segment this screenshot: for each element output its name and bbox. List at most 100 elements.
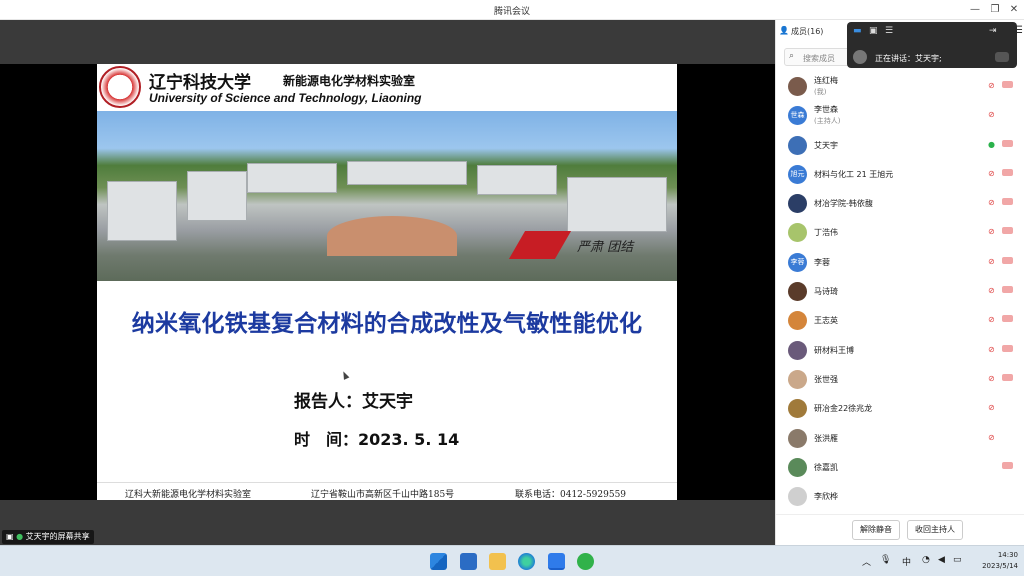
clock-time: 14:30 — [997, 551, 1018, 559]
clock-date: 2023/5/14 — [982, 562, 1018, 570]
member-avatar — [788, 77, 807, 96]
mic-muted-icon[interactable]: ⊘ — [988, 345, 995, 354]
member-name: 王志英 — [814, 316, 838, 326]
camera-off-icon[interactable] — [1002, 461, 1013, 469]
member-row[interactable]: 丁浩伟 ⊘ — [776, 218, 1024, 247]
layout-speaker-icon[interactable]: ▬ — [853, 26, 862, 36]
mic-muted-icon[interactable]: ⊘ — [988, 433, 995, 442]
presenter: 报告人：艾天宇 — [294, 392, 413, 412]
mic-muted-icon[interactable]: ⊘ — [988, 110, 995, 119]
mic-muted-icon[interactable]: ⊘ — [988, 286, 995, 295]
mic-muted-icon[interactable]: ⊘ — [988, 257, 995, 266]
footer-address: 辽宁省鞍山市高新区千山中路185号 — [311, 490, 455, 500]
volume-icon[interactable]: ◀ — [938, 555, 945, 565]
camera-off-icon[interactable] — [1002, 198, 1013, 206]
mic-muted-icon[interactable]: ⊘ — [988, 81, 995, 90]
camera-off-icon[interactable] — [1002, 81, 1013, 88]
camera-off-icon[interactable] — [1002, 139, 1013, 147]
battery-icon[interactable]: ▭ — [953, 555, 962, 565]
member-name: 连红梅 — [814, 76, 838, 85]
camera-off-icon[interactable] — [1002, 315, 1013, 323]
slide-footer: 辽科大新能源电化学材料实验室 辽宁省鞍山市高新区千山中路185号 联系电话：04… — [97, 482, 677, 500]
member-name: 李欣桦 — [814, 492, 838, 502]
member-avatar — [788, 340, 807, 360]
taskbar: ︿ 🎙 中 ◔ ◀ ▭ 14:30 2023/5/14 — [0, 545, 1024, 576]
camera-off-icon[interactable] — [1002, 344, 1013, 352]
member-avatar — [788, 457, 807, 477]
member-avatar: 世森 — [788, 106, 807, 126]
member-name: 李世森 — [814, 105, 838, 115]
footer-phone: 联系电话：0412-5929559 — [515, 490, 627, 500]
campus-photo: 严肃 团结 — [97, 111, 677, 281]
restore-icon[interactable]: ❐ — [988, 3, 1002, 17]
campus-logo-icon — [508, 231, 572, 259]
member-avatar — [788, 194, 807, 214]
member-row[interactable]: 材冶学院-韩依馥 ⊘ — [776, 189, 1024, 218]
screen-icon: ▣ — [6, 532, 14, 541]
edge-icon[interactable] — [518, 553, 535, 570]
member-row[interactable]: 旭元 材料与化工 21 王旭元 ⊘ — [776, 160, 1024, 189]
mic-muted-icon[interactable]: ⊘ — [988, 403, 995, 412]
start-icon[interactable] — [430, 553, 447, 570]
member-name: 丁浩伟 — [814, 228, 838, 238]
close-icon[interactable]: ✕ — [1007, 3, 1021, 17]
slide-title: 纳米氧化铁基复合材料的合成改性及气敏性能优化 — [131, 311, 643, 337]
file-explorer-icon[interactable] — [489, 553, 506, 570]
search-input[interactable]: ⌕ 搜索成员 — [784, 48, 854, 66]
collapse-icon[interactable]: ⇥ — [989, 26, 997, 36]
member-row[interactable]: 世森 李世森 (主持人) ⊘ — [776, 101, 1024, 130]
title-bar: 腾讯会议 — ❐ ✕ — [0, 0, 1024, 20]
layout-list-icon[interactable]: ☰ — [885, 26, 893, 36]
members-title: 成员(16) — [791, 27, 824, 36]
members-panel: 👤 成员(16) ☰ ⌕ 搜索成员 连红梅 (我) ⊘ 世森 李世森 (主持人) ⊘ 艾天宇 ●… — [775, 20, 1024, 545]
member-row[interactable]: 研材料王博 ⊘ — [776, 336, 1024, 365]
member-row[interactable]: 李欣桦 — [776, 482, 1024, 511]
camera-off-icon[interactable] — [1002, 227, 1013, 235]
tencent-meeting-icon[interactable] — [548, 553, 565, 570]
speaker-mic-icon — [995, 52, 1009, 62]
clock[interactable]: 14:30 2023/5/14 — [962, 550, 1018, 572]
store-icon[interactable] — [460, 553, 477, 570]
member-name: 材冶学院-韩依馥 — [814, 199, 873, 209]
university-name-en: University of Science and Technology, Li… — [149, 91, 422, 105]
reclaim-host-button[interactable]: 收回主持人 — [907, 520, 963, 540]
mic-muted-icon[interactable]: ⊘ — [988, 227, 995, 236]
layout-grid-icon[interactable]: ▣ — [869, 26, 878, 36]
tray-chevron-icon[interactable]: ︿ — [862, 555, 871, 568]
member-avatar — [788, 135, 807, 155]
minimize-icon[interactable]: — — [968, 3, 982, 17]
mic-on-icon[interactable]: ● — [988, 140, 995, 149]
member-row[interactable]: 张世强 ⊘ — [776, 365, 1024, 394]
wifi-icon[interactable]: ◔ — [922, 555, 930, 565]
member-row[interactable]: 李蓉 李蓉 ⊘ — [776, 248, 1024, 277]
member-row[interactable]: 马诗琦 ⊘ — [776, 277, 1024, 306]
mic-muted-icon[interactable]: ⊘ — [988, 198, 995, 207]
member-name: 研冶金22徐兆龙 — [814, 404, 873, 414]
camera-off-icon[interactable] — [1002, 373, 1013, 381]
unmute-all-button[interactable]: 解除静音 — [852, 520, 900, 540]
speaker-avatar — [853, 50, 867, 64]
member-name: 研材料王博 — [814, 345, 854, 355]
member-name: 艾天宇 — [814, 140, 838, 150]
mic-muted-icon[interactable]: ⊘ — [988, 374, 995, 383]
member-row[interactable]: 张洪雁 ⊘ — [776, 424, 1024, 453]
member-avatar — [788, 369, 807, 389]
camera-off-icon[interactable] — [1002, 286, 1013, 294]
member-row[interactable]: 连红梅 (我) ⊘ — [776, 72, 1024, 101]
mic-muted-icon[interactable]: ⊘ — [988, 315, 995, 324]
ime-indicator[interactable]: 中 — [902, 555, 911, 568]
member-row[interactable]: 艾天宇 ● — [776, 131, 1024, 160]
member-row[interactable]: 研冶金22徐兆龙 ⊘ — [776, 394, 1024, 423]
tray-mic-icon[interactable]: 🎙 — [880, 555, 891, 565]
mic-muted-icon[interactable]: ⊘ — [988, 169, 995, 178]
member-avatar — [788, 282, 807, 302]
member-name: 材料与化工 21 王旭元 — [814, 169, 894, 179]
member-list: 连红梅 (我) ⊘ 世森 李世森 (主持人) ⊘ 艾天宇 ● 旭元 材料与化工 21 王旭元 ⊘ 材冶学… — [776, 72, 1024, 511]
wechat-icon[interactable] — [577, 553, 594, 570]
member-avatar: 旭元 — [788, 164, 807, 184]
camera-off-icon[interactable] — [1002, 168, 1013, 176]
member-role: (我) — [814, 88, 827, 96]
member-row[interactable]: 徐嘉凯 — [776, 453, 1024, 482]
camera-off-icon[interactable] — [1002, 256, 1013, 264]
member-row[interactable]: 王志英 ⊘ — [776, 306, 1024, 335]
